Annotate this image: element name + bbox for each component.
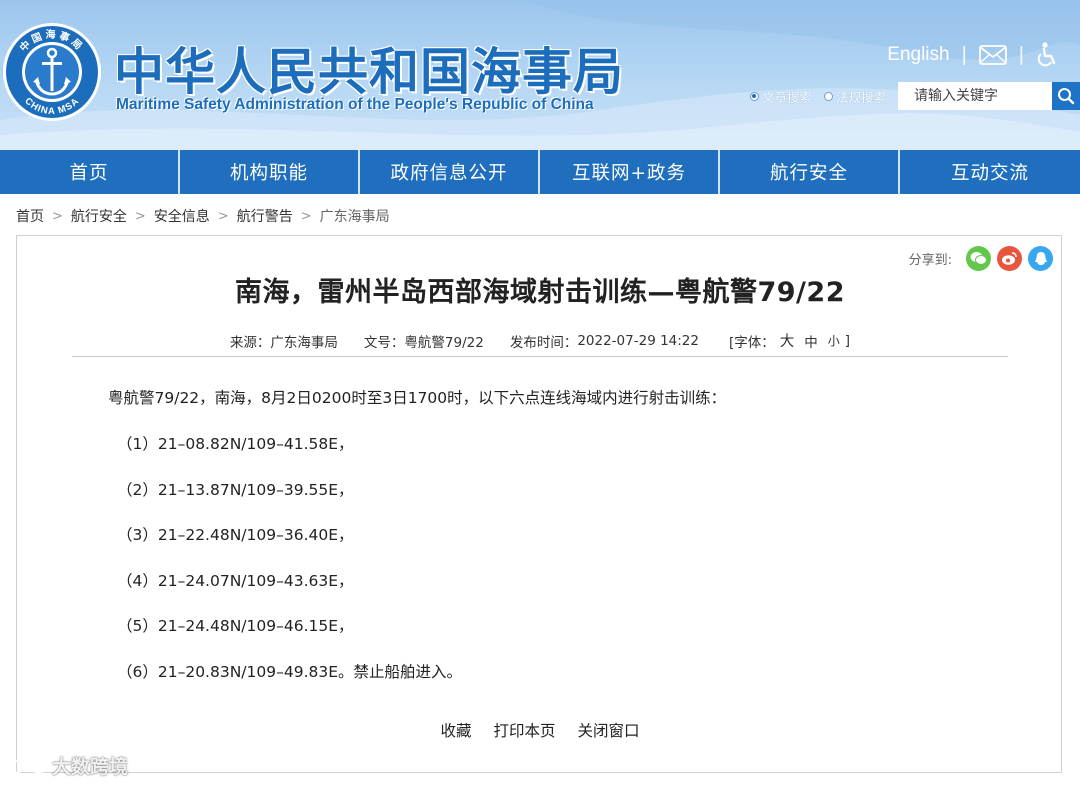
coordinate-list: （1）21–08.82N/109–41.58E， （2）21–13.87N/10… bbox=[117, 432, 462, 705]
nav-item-navigation-safety[interactable]: 航行安全 bbox=[720, 150, 900, 194]
top-links: English | | bbox=[887, 42, 1058, 68]
separator: | bbox=[961, 43, 967, 66]
site-header: 中国海事局 CHINA MSA 中华人民共和国海事局 Maritime Safe… bbox=[0, 0, 1080, 150]
close-window-button[interactable]: 关闭窗口 bbox=[578, 719, 640, 741]
coordinate-item: （5）21–24.48N/109–46.15E， bbox=[117, 617, 354, 635]
breadcrumb-home[interactable]: 首页 bbox=[16, 206, 44, 226]
meta-divider bbox=[72, 356, 1008, 357]
search-option-laws[interactable]: 法规搜索 bbox=[823, 87, 886, 106]
accessibility-icon[interactable] bbox=[1036, 42, 1058, 68]
qq-icon[interactable] bbox=[1028, 246, 1053, 271]
font-size-large-button[interactable]: 大 bbox=[780, 330, 795, 351]
article-title: 南海，雷州半岛西部海域射击训练—粤航警79/22 bbox=[234, 277, 845, 308]
nav-item-internet-gov[interactable]: 互联网+政务 bbox=[540, 150, 720, 194]
msa-logo[interactable]: 中国海事局 CHINA MSA bbox=[2, 22, 102, 122]
doc-number-label: 文号： bbox=[363, 334, 405, 351]
breadcrumb: 首页 > 航行安全 > 安全信息 > 航行警告 > 广东海事局 bbox=[16, 206, 390, 226]
coordinate-item: （2）21–13.87N/109–39.55E， bbox=[117, 480, 354, 499]
chevron-right-icon: > bbox=[52, 208, 63, 224]
article-panel: 分享到: 南海，雷州半岛西部海域射击训练—粤航警79/22 来源： 广东海事局 … bbox=[16, 235, 1062, 773]
breadcrumb-navigation-safety[interactable]: 航行安全 bbox=[71, 206, 127, 226]
coordinate-item: （1）21–08.82N/109–41.58E， bbox=[117, 435, 354, 453]
english-link[interactable]: English bbox=[887, 44, 949, 66]
nav-item-functions[interactable]: 机构职能 bbox=[180, 150, 360, 194]
mail-icon[interactable] bbox=[978, 45, 1007, 65]
article-meta: 来源： 广东海事局 文号： 粤航警79/22 发布时间： 2022-07-29 … bbox=[17, 330, 1063, 351]
search-button[interactable] bbox=[1052, 82, 1080, 110]
coordinate-item: （3）21–22.48N/109–36.40E， bbox=[117, 526, 354, 544]
publish-date-label: 发布时间： bbox=[509, 334, 578, 351]
nav-item-interaction[interactable]: 互动交流 bbox=[900, 150, 1080, 194]
search-icon bbox=[1058, 88, 1075, 105]
search-bar: 文章搜索 法规搜索 bbox=[749, 82, 1080, 110]
main-nav: 首页 机构职能 政府信息公开 互联网+政务 航行安全 互动交流 bbox=[0, 150, 1080, 194]
watermark-logo-icon bbox=[9, 757, 46, 774]
source-label: 来源： bbox=[229, 334, 271, 351]
font-size-small-button[interactable]: 小 bbox=[828, 332, 840, 349]
breadcrumb-safety-info[interactable]: 安全信息 bbox=[154, 206, 210, 226]
coordinate-item: （6）21–20.83N/109–49.83E。禁止船舶进入。 bbox=[117, 662, 463, 681]
print-button[interactable]: 打印本页 bbox=[493, 719, 555, 741]
share-bar: 分享到: bbox=[909, 246, 1053, 271]
article-actions: 收藏 打印本页 关闭窗口 bbox=[17, 719, 1063, 741]
font-size-bracket: ] bbox=[844, 332, 851, 349]
watermark-text: 大数跨境 bbox=[52, 756, 129, 778]
chevron-right-icon: > bbox=[300, 208, 312, 224]
share-label: 分享到: bbox=[908, 253, 952, 268]
breadcrumb-nav-warnings[interactable]: 航行警告 bbox=[237, 206, 293, 226]
radio-unselected[interactable] bbox=[823, 91, 833, 101]
nav-item-gov-info[interactable]: 政府信息公开 bbox=[360, 150, 540, 194]
radio-selected[interactable] bbox=[749, 91, 759, 101]
search-input[interactable] bbox=[898, 82, 1052, 110]
source-value: 广东海事局 bbox=[270, 334, 338, 351]
favorite-button[interactable]: 收藏 bbox=[440, 719, 471, 741]
chevron-right-icon: > bbox=[134, 208, 146, 224]
watermark: 大数跨境 bbox=[8, 752, 128, 779]
weibo-icon[interactable] bbox=[997, 246, 1022, 271]
separator: | bbox=[1018, 43, 1024, 66]
doc-number-value: 粤航警79/22 bbox=[404, 334, 484, 351]
site-title-cn: 中华人民共和国海事局 bbox=[114, 43, 624, 101]
publish-date-value: 2022-07-29 14:22 bbox=[577, 332, 699, 349]
font-size-label: [字体： bbox=[728, 334, 775, 351]
article-intro: 粤航警79/22，南海，8月2日0200时至3日1700时，以下六点连线海域内进… bbox=[108, 389, 727, 407]
chevron-right-icon: > bbox=[217, 208, 229, 224]
site-title-en: Maritime Safety Administration of the Pe… bbox=[116, 96, 594, 113]
nav-item-home[interactable]: 首页 bbox=[0, 150, 180, 194]
coordinate-item: （4）21–24.07N/109–43.63E， bbox=[117, 571, 354, 590]
font-size-medium-button[interactable]: 中 bbox=[804, 331, 818, 351]
search-option-articles[interactable]: 文章搜索 bbox=[749, 87, 812, 106]
wechat-icon[interactable] bbox=[966, 246, 991, 271]
breadcrumb-guangdong-msa[interactable]: 广东海事局 bbox=[320, 206, 390, 226]
